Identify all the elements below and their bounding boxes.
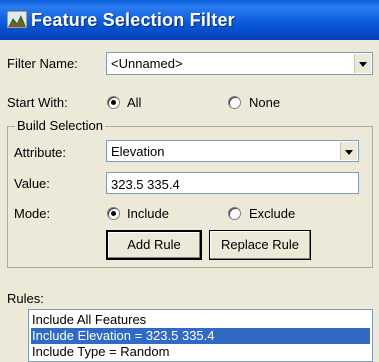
filter-name-combobox[interactable]: <Unnamed> — [106, 52, 373, 75]
value-label: Value: — [14, 176, 50, 191]
rule-item-selected[interactable]: Include Elevation = 323.5 335.4 — [31, 328, 370, 344]
rules-list[interactable]: Include All Features Include Elevation =… — [28, 309, 373, 362]
rule-item[interactable]: Include Type = Random — [31, 344, 370, 360]
mode-label: Mode: — [14, 206, 51, 221]
rules-label: Rules: — [7, 291, 44, 306]
attribute-value: Elevation — [111, 144, 165, 159]
rule-item[interactable]: Include All Features — [31, 312, 370, 328]
filter-name-value: <Unnamed> — [111, 56, 183, 71]
filter-name-label: Filter Name: — [7, 56, 78, 71]
value-input-text: 323.5 335.4 — [111, 177, 180, 192]
start-with-all-radio[interactable] — [107, 96, 120, 109]
build-selection-title: Build Selection — [15, 118, 105, 133]
replace-rule-button[interactable]: Replace Rule — [209, 230, 311, 260]
mode-exclude-label[interactable]: Exclude — [249, 206, 295, 221]
add-rule-button[interactable]: Add Rule — [106, 230, 202, 260]
attribute-label: Attribute: — [14, 145, 67, 160]
feature-selection-filter-dialog: Feature Selection Filter Filter Name: <U… — [0, 0, 379, 362]
chevron-down-icon[interactable] — [354, 54, 371, 73]
mode-include-radio[interactable] — [107, 207, 120, 220]
window-title: Feature Selection Filter — [31, 10, 235, 30]
attribute-combobox[interactable]: Elevation — [106, 140, 359, 162]
app-icon — [7, 11, 27, 28]
value-input[interactable]: 323.5 335.4 — [106, 172, 359, 194]
chevron-down-icon[interactable] — [340, 142, 357, 160]
start-with-all-label[interactable]: All — [127, 95, 141, 110]
start-with-label: Start With: — [7, 95, 68, 110]
start-with-none-radio[interactable] — [228, 96, 241, 109]
start-with-none-label[interactable]: None — [249, 95, 280, 110]
title-bar[interactable]: Feature Selection Filter — [0, 0, 379, 40]
mode-exclude-radio[interactable] — [228, 207, 241, 220]
mode-include-label[interactable]: Include — [127, 206, 169, 221]
